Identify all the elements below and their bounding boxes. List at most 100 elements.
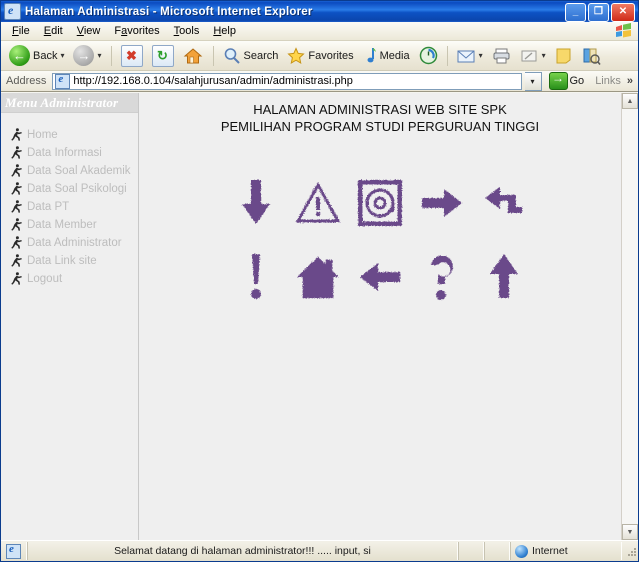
right-arrow-icon[interactable] <box>419 177 465 229</box>
down-arrow-icon[interactable] <box>233 177 279 229</box>
notepad-icon <box>556 48 571 63</box>
question-mark-icon[interactable] <box>419 251 465 303</box>
running-man-icon <box>11 128 22 141</box>
ie-logo-icon <box>4 3 21 20</box>
menu-file[interactable]: File <box>5 24 37 38</box>
page-viewport: Menu Administrator Home Data Informasi D… <box>1 92 638 540</box>
menu-edit[interactable]: Edit <box>37 24 70 38</box>
magnifier-icon <box>224 47 240 64</box>
stop-button[interactable]: ✖ <box>118 44 146 68</box>
favorites-button[interactable]: Favorites <box>284 44 356 68</box>
vertical-scrollbar[interactable]: ▲ ▼ <box>621 93 638 540</box>
minimize-button[interactable]: _ <box>565 3 586 22</box>
scroll-up-button[interactable]: ▲ <box>622 93 638 109</box>
notepad-button[interactable] <box>552 44 576 68</box>
toolbar-separator-2 <box>212 45 214 66</box>
warning-triangle-icon[interactable] <box>295 177 341 229</box>
sidebar-item-label: Data Informasi <box>27 146 102 159</box>
address-label: Address <box>6 75 47 87</box>
menu-view[interactable]: View <box>70 24 108 38</box>
close-button[interactable]: ✕ <box>611 3 635 22</box>
back-button[interactable]: ← Back ▾ <box>6 44 67 68</box>
menu-view-label: iew <box>83 25 101 37</box>
at-sign-icon[interactable] <box>357 177 403 229</box>
sidebar-item-label: Data PT <box>27 200 70 213</box>
sidebar-item-label: Data Soal Psikologi <box>27 182 127 195</box>
menu-help[interactable]: Help <box>206 24 243 38</box>
links-button[interactable]: Links <box>591 75 621 87</box>
address-dropdown-button[interactable]: ▾ <box>524 71 542 91</box>
status-page-icon <box>1 542 27 560</box>
menu-tools[interactable]: Tools <box>167 24 207 38</box>
ie-page-icon <box>6 543 21 559</box>
windows-flag-icon <box>616 23 631 38</box>
sidebar-item-data-soal-psikologi[interactable]: Data Soal Psikologi <box>1 181 138 196</box>
running-man-icon <box>11 236 22 249</box>
house-icon[interactable] <box>295 251 341 303</box>
media-button[interactable]: Media <box>360 44 413 68</box>
running-man-icon <box>11 182 22 195</box>
browser-window: Halaman Administrasi - Microsoft Interne… <box>0 0 639 562</box>
sidebar-item-data-administrator[interactable]: Data Administrator <box>1 235 138 250</box>
menu-favorites-label: vorites <box>127 25 160 37</box>
icon-row-2 <box>233 251 527 303</box>
left-arrow-icon[interactable] <box>357 251 403 303</box>
sidebar-item-data-soal-akademik[interactable]: Data Soal Akademik <box>1 163 138 178</box>
search-label: Search <box>243 49 279 62</box>
page-title-line2: PEMILIHAN PROGRAM STUDI PERGURUAN TINGGI <box>220 119 540 134</box>
forward-dropdown-icon[interactable]: ▾ <box>97 51 101 60</box>
close-icon: ✕ <box>618 6 628 17</box>
running-man-icon <box>11 272 22 285</box>
scroll-track[interactable] <box>622 109 638 524</box>
sidebar-item-label: Data Link site <box>27 254 97 267</box>
sidebar-item-data-informasi[interactable]: Data Informasi <box>1 145 138 160</box>
title-bar: Halaman Administrasi - Microsoft Interne… <box>1 1 638 22</box>
reply-left-arrow-icon[interactable] <box>481 177 527 229</box>
main-content: HALAMAN ADMINISTRASI WEB SITE SPK PEMILI… <box>139 93 621 540</box>
up-arrow-icon[interactable] <box>481 251 527 303</box>
sidebar-item-label: Data Member <box>27 218 97 231</box>
print-button[interactable] <box>489 44 514 68</box>
go-label: Go <box>569 75 585 87</box>
menu-favorites[interactable]: Favorites <box>107 24 166 38</box>
running-man-icon <box>11 218 22 231</box>
back-arrow-icon: ← <box>9 45 30 66</box>
sidebar-item-home[interactable]: Home <box>1 127 138 142</box>
scroll-down-button[interactable]: ▼ <box>622 524 638 540</box>
menu-bar: File Edit View Favorites Tools Help <box>1 22 638 41</box>
resize-grip-icon[interactable] <box>624 544 638 558</box>
mail-dropdown-icon[interactable]: ▾ <box>479 51 483 60</box>
sidebar-item-label: Home <box>27 128 58 141</box>
back-dropdown-icon[interactable]: ▾ <box>60 51 64 60</box>
running-man-icon <box>11 200 22 213</box>
edit-page-button[interactable]: ▾ <box>517 44 549 68</box>
messenger-button[interactable] <box>579 44 604 68</box>
go-button[interactable]: Go <box>545 71 589 90</box>
menu-help-label: elp <box>221 25 236 37</box>
edit-dropdown-icon[interactable]: ▾ <box>542 51 546 60</box>
status-bar: Selamat datang di halaman administrator!… <box>1 540 638 561</box>
exclamation-mark-icon[interactable] <box>233 251 279 303</box>
sidebar-item-data-link-site[interactable]: Data Link site <box>1 253 138 268</box>
security-zone: Internet <box>510 542 622 560</box>
messenger-icon <box>583 48 601 65</box>
search-button[interactable]: Search <box>220 44 282 68</box>
sidebar-item-data-member[interactable]: Data Member <box>1 217 138 232</box>
refresh-button[interactable]: ↻ <box>149 44 177 68</box>
mail-button[interactable]: ▾ <box>454 44 486 68</box>
page-icon <box>55 73 71 89</box>
home-button[interactable] <box>180 44 207 68</box>
star-icon <box>287 46 306 64</box>
menu-file-label: ile <box>18 25 30 37</box>
history-button[interactable] <box>416 44 441 68</box>
toolbar: ← Back ▾ → ▾ ✖ ↻ Search Favorites Media … <box>1 41 638 71</box>
restore-button[interactable]: ❐ <box>588 3 609 22</box>
media-label: Media <box>379 49 410 62</box>
stop-icon: ✖ <box>120 44 143 67</box>
forward-button[interactable]: → ▾ <box>70 44 104 68</box>
sidebar-item-logout[interactable]: Logout <box>1 271 138 286</box>
address-input[interactable]: http://192.168.0.104/salahjurusan/admin/… <box>52 72 522 90</box>
toolbar-overflow-icon[interactable]: » <box>624 75 636 87</box>
media-note-icon <box>367 47 376 62</box>
sidebar-item-data-pt[interactable]: Data PT <box>1 199 138 214</box>
